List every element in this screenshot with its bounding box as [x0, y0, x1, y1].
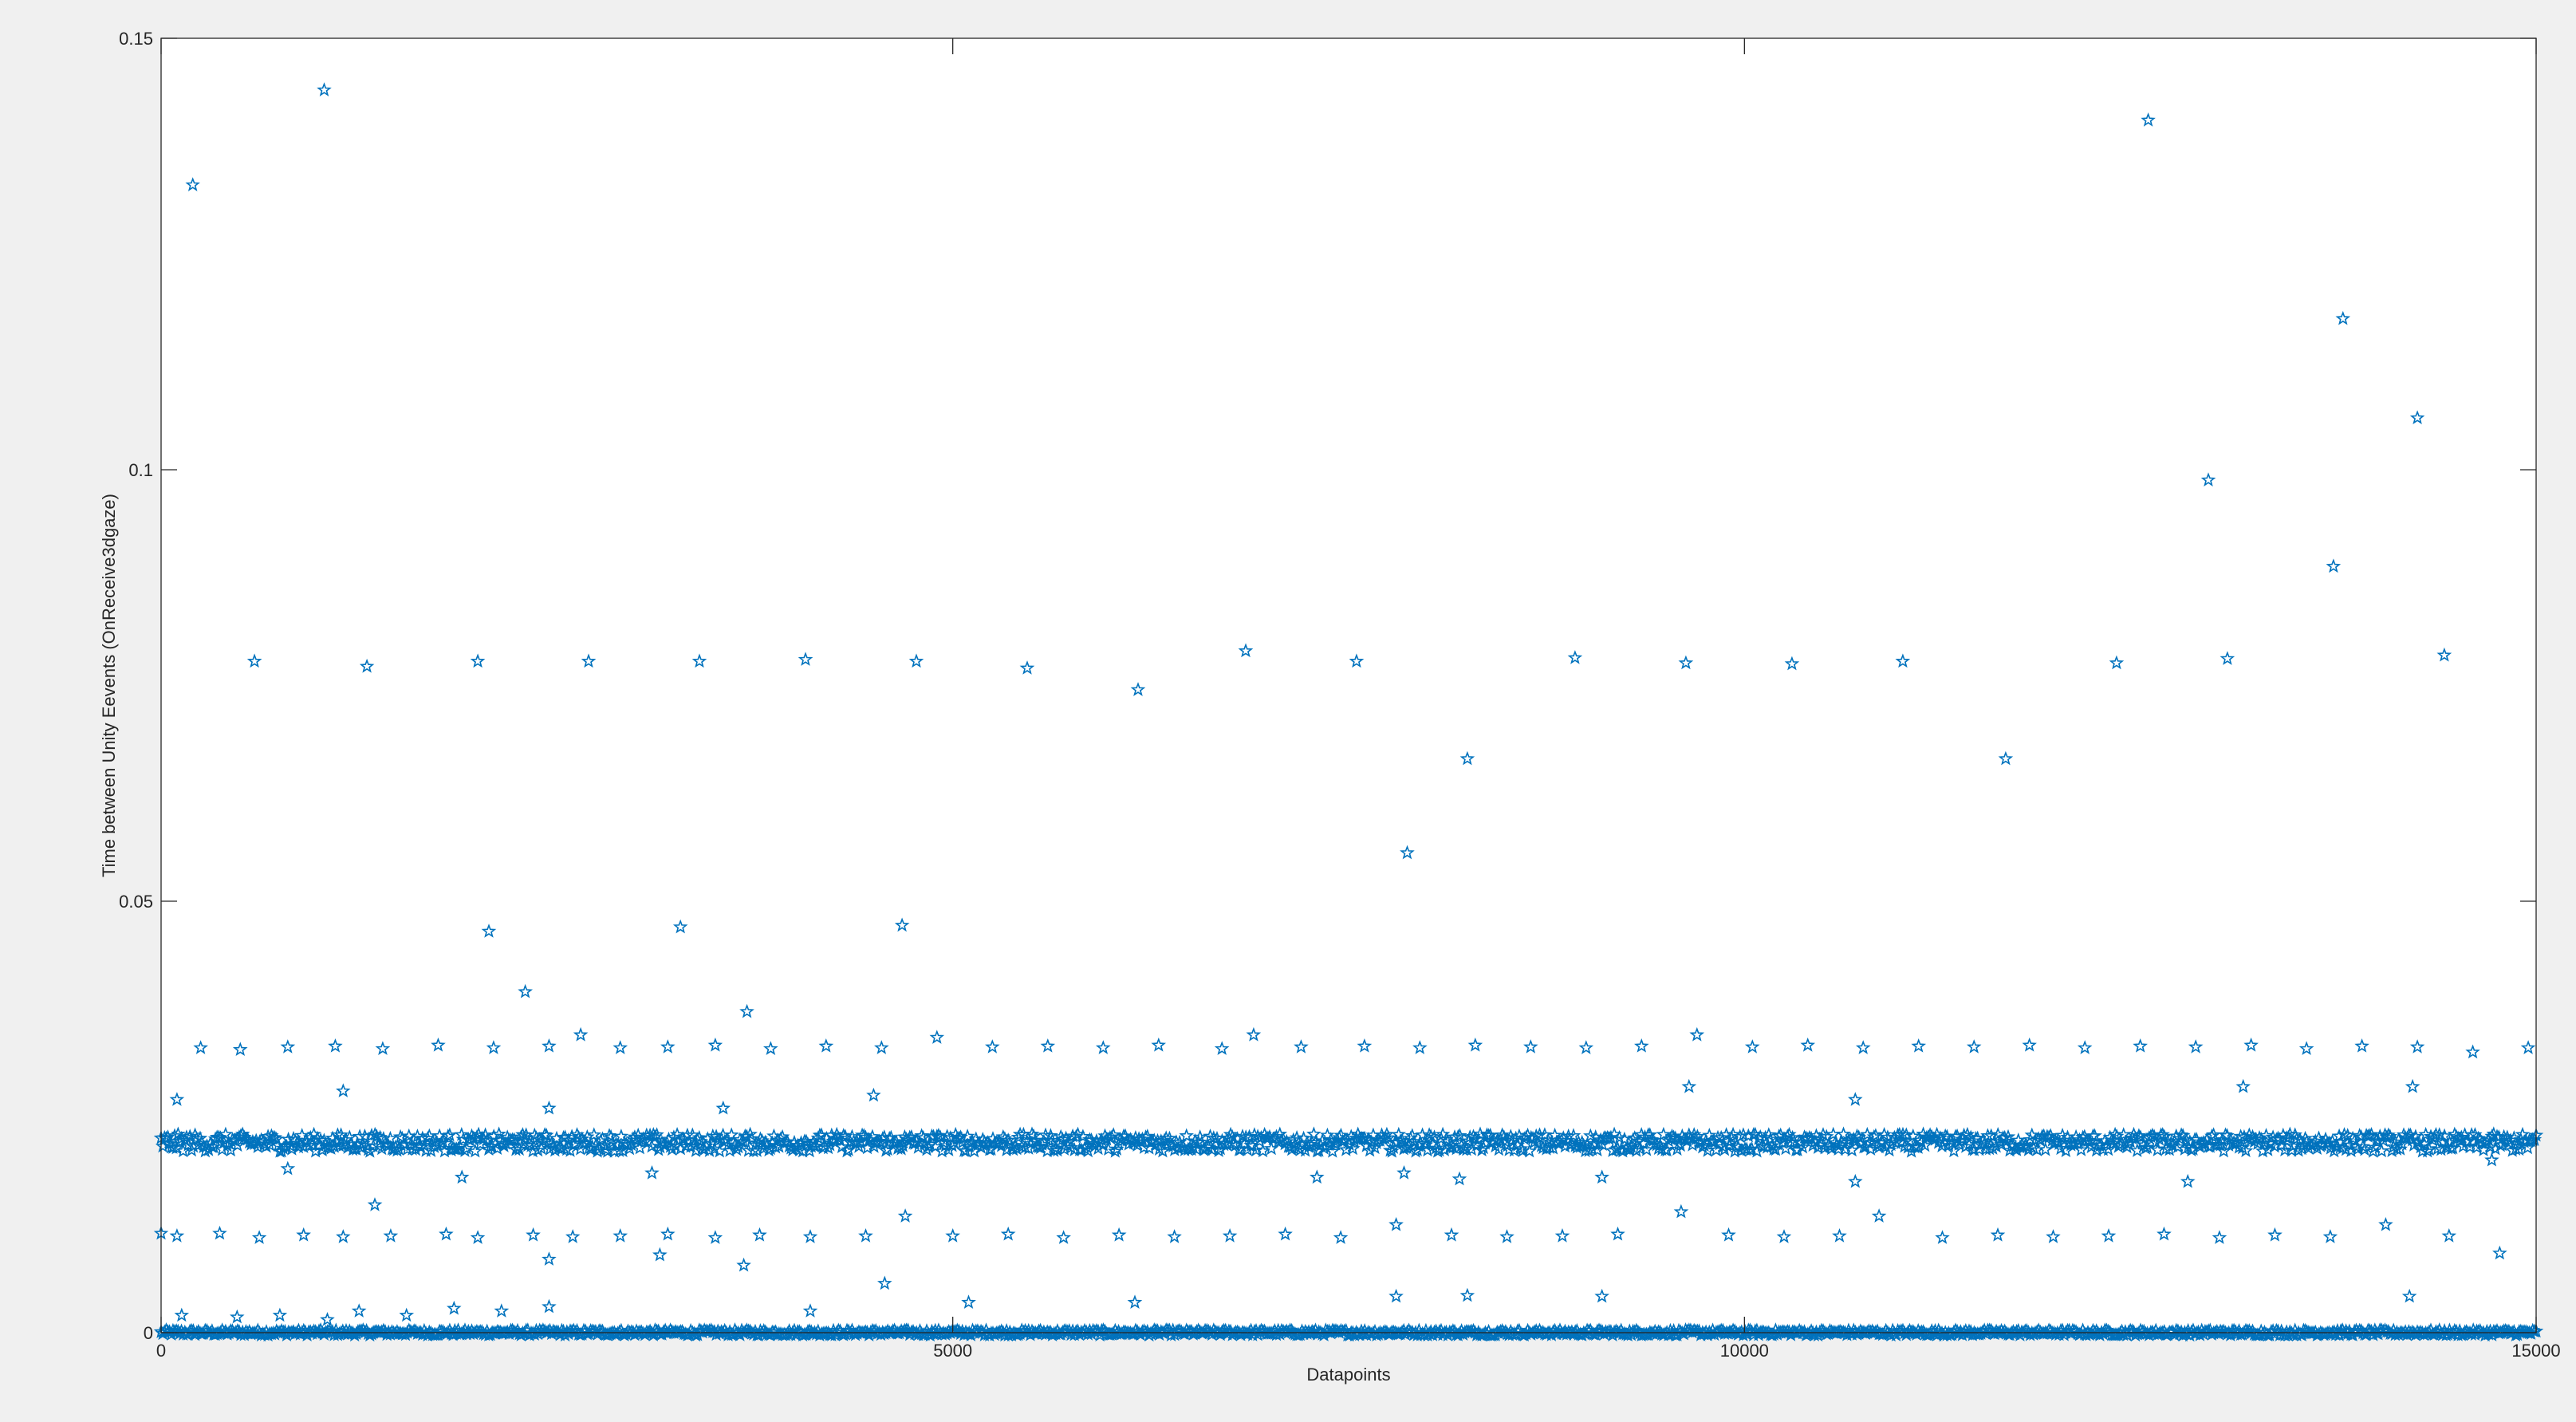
- y-tick-label: 0.05: [119, 892, 153, 912]
- x-axis-label: Datapoints: [1306, 1365, 1390, 1385]
- x-tick-label: 10000: [1720, 1341, 1769, 1361]
- y-tick-label: 0.1: [128, 460, 153, 480]
- scatter-chart: 0 5000 10000 15000 0 0.05 0.1 0.15 Datapoints T…: [99, 29, 2561, 1385]
- y-tick-label: 0.15: [119, 29, 153, 49]
- x-tick-label: 5000: [933, 1341, 972, 1361]
- y-axis-label: Time between Unity Eevents (OnReceive3dg…: [99, 494, 119, 877]
- x-tick-label: 0: [156, 1341, 166, 1361]
- figure-window: 0 5000 10000 15000 0 0.05 0.1 0.15 Datapoints T…: [0, 0, 2576, 1422]
- y-tick-label: 0: [144, 1323, 153, 1343]
- x-tick-label: 15000: [2511, 1341, 2560, 1361]
